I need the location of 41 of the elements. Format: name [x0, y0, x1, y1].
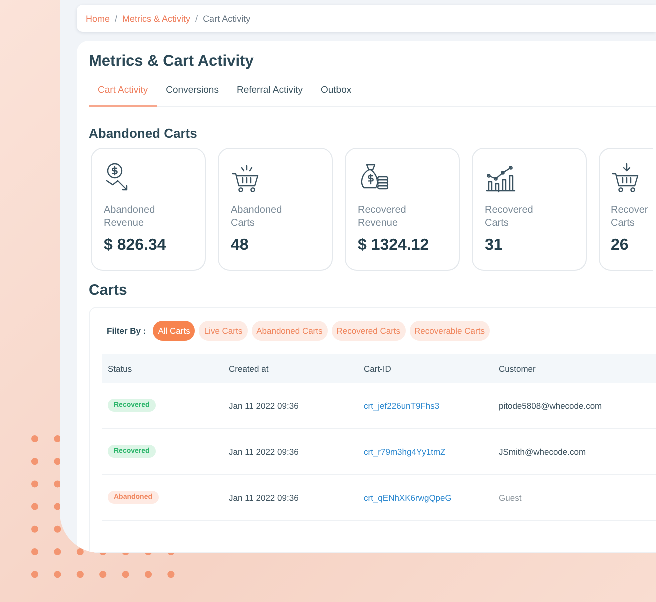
filter-chip[interactable]: All Carts [153, 321, 196, 341]
table-cell-text: pitode5808@whecode.com [499, 400, 604, 410]
column-header: Cart-ID [364, 364, 392, 374]
cart-id-link[interactable]: crt_qENhXK6rwgQpeG [364, 492, 499, 502]
metric-value: $ 1324.12 [358, 237, 430, 255]
metric-label: Recover Carts [611, 204, 648, 230]
metric-value: 31 [485, 237, 504, 255]
filter-chip[interactable]: Live Carts [199, 321, 248, 341]
column-header: Customer [499, 364, 537, 374]
filter-chip[interactable]: Recoverable Carts [410, 321, 490, 341]
metric-label: Recovered Revenue [358, 204, 406, 230]
section-heading: Abandoned Carts [89, 126, 198, 141]
page-title: Metrics & Cart Activity [89, 53, 255, 71]
table-cell-text: Jan 11 2022 09:36 [229, 492, 300, 502]
table-cell-text: Jan 11 2022 09:36 [229, 400, 300, 410]
tab[interactable]: Referral Activity [228, 80, 312, 107]
column-header: Status [108, 364, 134, 374]
table-cell-text: Guest [499, 492, 523, 502]
metric-label: Abandoned Revenue [104, 204, 156, 230]
table-cell-text: Jan 11 2022 09:36 [229, 446, 300, 456]
metric-value: $ 826.34 [104, 237, 168, 255]
section-heading: Carts [89, 282, 128, 299]
metric-label: Abandoned Carts [231, 204, 282, 230]
metric-value: 48 [231, 237, 250, 255]
metric-value: 26 [611, 237, 630, 255]
breadcrumb-current: Cart Activity [203, 14, 251, 24]
breadcrumb-separator: / [196, 14, 198, 24]
filter-chip[interactable]: Abandoned Carts [252, 321, 328, 341]
filter-chip[interactable]: Recovered Carts [332, 321, 406, 341]
cart-id-link[interactable]: crt_jef226unT9Fhs3 [364, 400, 499, 410]
metric-label: Recovered Carts [485, 204, 534, 230]
table-cell-text: JSmith@whecode.com [499, 446, 588, 456]
column-header: Created at [229, 364, 270, 374]
tab[interactable]: Outbox [312, 80, 361, 107]
tab[interactable]: Cart Activity [89, 80, 158, 107]
breadcrumb-link[interactable]: Home [86, 14, 110, 24]
breadcrumb-separator: / [115, 14, 118, 24]
cart-id-link[interactable]: crt_r79m3hg4Yy1tmZ [364, 446, 499, 456]
tab[interactable]: Conversions [157, 80, 228, 107]
filter-label: Filter By : [107, 326, 146, 336]
breadcrumb-link[interactable]: Metrics & Activity [122, 14, 191, 24]
